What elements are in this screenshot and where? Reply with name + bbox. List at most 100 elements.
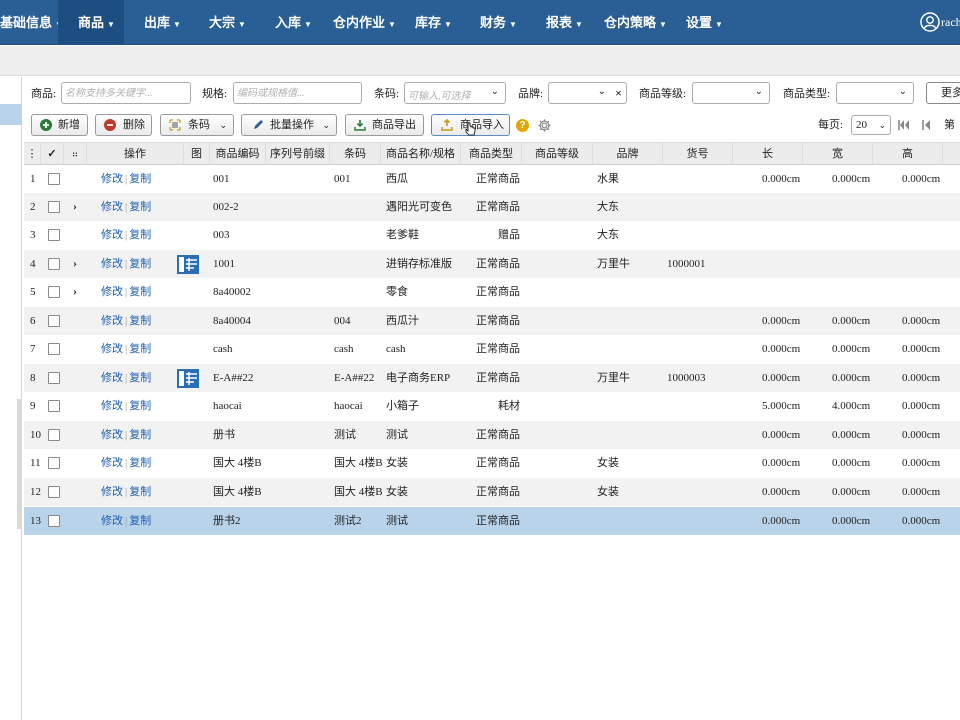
row-checkbox[interactable] bbox=[48, 201, 60, 213]
edit-link[interactable]: 修改 bbox=[101, 173, 123, 185]
row-checkbox[interactable] bbox=[48, 457, 60, 469]
edit-link[interactable]: 修改 bbox=[101, 486, 123, 498]
gear-icon[interactable] bbox=[537, 118, 552, 133]
edit-link[interactable]: 修改 bbox=[101, 515, 123, 527]
edit-link[interactable]: 修改 bbox=[101, 201, 123, 213]
header-col-item-no[interactable]: 货号 bbox=[663, 143, 733, 165]
add-button[interactable]: 新增 bbox=[31, 114, 88, 136]
delete-button[interactable]: 删除 bbox=[95, 114, 152, 136]
chevron-right-icon[interactable]: › bbox=[73, 193, 77, 219]
copy-link[interactable]: 复制 bbox=[129, 258, 151, 270]
header-col-operation[interactable]: 操作 bbox=[87, 143, 184, 165]
table-row[interactable]: 9 修改 | 复制 haocai haocai 小箱子 耗材 5.000cm 4.000cm 0.0… bbox=[24, 392, 960, 420]
table-row[interactable]: 3 修改 | 复制 003 老爹鞋 赠品 大东 bbox=[24, 221, 960, 249]
chevron-right-icon[interactable]: › bbox=[73, 250, 77, 276]
header-col-code[interactable]: 商品编码 bbox=[210, 143, 266, 165]
row-checkbox[interactable] bbox=[48, 229, 60, 241]
nav-item-8[interactable]: 报表 ▼ bbox=[532, 0, 596, 45]
table-row[interactable]: 5 › 修改 | 复制 8a40002 零食 正常商品 bbox=[24, 278, 960, 306]
copy-link[interactable]: 复制 bbox=[129, 286, 151, 298]
row-checkbox[interactable] bbox=[48, 258, 60, 270]
copy-link[interactable]: 复制 bbox=[129, 173, 151, 185]
nav-item-1[interactable]: 商品 ▼ bbox=[58, 0, 124, 45]
header-col-height[interactable]: 高 bbox=[873, 143, 943, 165]
row-checkbox[interactable] bbox=[48, 343, 60, 355]
header-col-serial-prefix[interactable]: 序列号前缀 bbox=[266, 143, 330, 165]
clear-icon[interactable]: × bbox=[615, 86, 622, 101]
copy-link[interactable]: 复制 bbox=[129, 400, 151, 412]
barcode-dropdown-button[interactable]: 条码 ⌄ bbox=[160, 114, 234, 136]
row-checkbox[interactable] bbox=[48, 515, 60, 527]
chevron-right-icon[interactable]: › bbox=[73, 278, 77, 304]
nav-item-10[interactable]: 设置 ▼ bbox=[676, 0, 742, 45]
grade-select[interactable]: ⌄ bbox=[692, 82, 770, 104]
table-row[interactable]: 6 修改 | 复制 8a40004 004 西瓜汁 正常商品 0.000cm 0.000cm 0.0… bbox=[24, 307, 960, 335]
copy-link[interactable]: 复制 bbox=[129, 201, 151, 213]
header-col-name-spec[interactable]: 商品名称/规格 bbox=[381, 143, 461, 165]
row-checkbox[interactable] bbox=[48, 315, 60, 327]
header-col-type[interactable]: 商品类型 bbox=[461, 143, 522, 165]
product-thumbnail-icon[interactable] bbox=[177, 255, 199, 274]
row-checkbox[interactable] bbox=[48, 486, 60, 498]
row-checkbox[interactable] bbox=[48, 173, 60, 185]
copy-link[interactable]: 复制 bbox=[129, 343, 151, 355]
nav-item-7[interactable]: 财务 ▼ bbox=[466, 0, 532, 45]
previous-page-icon[interactable] bbox=[920, 118, 934, 132]
edit-link[interactable]: 修改 bbox=[101, 258, 123, 270]
product-thumbnail-icon[interactable] bbox=[177, 369, 199, 388]
table-row[interactable]: 7 修改 | 复制 cash cash cash 正常商品 0.000cm 0.000cm 0.00… bbox=[24, 335, 960, 363]
header-col-image[interactable]: 图 bbox=[184, 143, 210, 165]
edit-link[interactable]: 修改 bbox=[101, 343, 123, 355]
table-row[interactable]: 4 › 修改 | 复制 1001 进销存标准版 正常商品 万里牛 1000001 bbox=[24, 250, 960, 278]
batch-operation-button[interactable]: 批量操作 ⌄ bbox=[241, 114, 337, 136]
per-page-select[interactable]: 20 ⌄ bbox=[851, 115, 891, 135]
header-col-length[interactable]: 长 bbox=[733, 143, 803, 165]
barcode-combobox[interactable]: 可输入,可选择 ⌄ bbox=[404, 82, 506, 104]
edit-link[interactable]: 修改 bbox=[101, 372, 123, 384]
select-all-checkmark-icon[interactable]: ✓ bbox=[41, 143, 64, 165]
more-filters-button[interactable]: 更多 bbox=[926, 82, 960, 104]
export-products-button[interactable]: 商品导出 bbox=[345, 114, 424, 136]
row-checkbox[interactable] bbox=[48, 372, 60, 384]
nav-item-6[interactable]: 库存 ▼ bbox=[402, 0, 466, 45]
table-row[interactable]: 11 修改 | 复制 国大 4楼B 国大 4楼B 女装 正常商品 女装 0.000cm 0.000c… bbox=[24, 449, 960, 477]
type-select[interactable]: ⌄ bbox=[836, 82, 914, 104]
copy-link[interactable]: 复制 bbox=[129, 457, 151, 469]
table-row[interactable]: 12 修改 | 复制 国大 4楼B 国大 4楼B 女装 正常商品 女装 0.000cm 0.000c… bbox=[24, 478, 960, 506]
copy-link[interactable]: 复制 bbox=[129, 372, 151, 384]
tree-selected-node[interactable] bbox=[0, 104, 22, 125]
nav-item-2[interactable]: 出库 ▼ bbox=[124, 0, 190, 45]
nav-item-3[interactable]: 大宗 ▼ bbox=[190, 0, 256, 45]
row-checkbox[interactable] bbox=[48, 429, 60, 441]
edit-link[interactable]: 修改 bbox=[101, 286, 123, 298]
table-row[interactable]: 2 › 修改 | 复制 002-2 遇阳光可变色 正常商品 大东 bbox=[24, 193, 960, 221]
edit-link[interactable]: 修改 bbox=[101, 400, 123, 412]
row-checkbox[interactable] bbox=[48, 286, 60, 298]
edit-link[interactable]: 修改 bbox=[101, 315, 123, 327]
edit-link[interactable]: 修改 bbox=[101, 457, 123, 469]
column-settings-icon[interactable]: ⠶ bbox=[64, 143, 87, 165]
edit-link[interactable]: 修改 bbox=[101, 229, 123, 241]
nav-item-4[interactable]: 入库 ▼ bbox=[256, 0, 322, 45]
copy-link[interactable]: 复制 bbox=[129, 515, 151, 527]
product-search-input[interactable] bbox=[61, 82, 191, 104]
first-page-icon[interactable] bbox=[897, 118, 911, 132]
user-menu[interactable]: rach bbox=[920, 0, 960, 45]
table-row[interactable]: 13 修改 | 复制 册书2 测试2 测试 正常商品 0.000cm 0.000cm 0.000cm bbox=[24, 507, 960, 535]
table-row[interactable]: 10 修改 | 复制 册书 测试 测试 正常商品 0.000cm 0.000cm 0.000cm bbox=[24, 421, 960, 449]
nav-item-0[interactable]: 基础信息▼ bbox=[0, 0, 63, 45]
import-products-button[interactable]: 商品导入 bbox=[431, 114, 510, 136]
copy-link[interactable]: 复制 bbox=[129, 229, 151, 241]
help-icon[interactable]: ? bbox=[516, 119, 529, 132]
header-col-grade[interactable]: 商品等级 bbox=[522, 143, 593, 165]
column-menu-icon[interactable]: ⋮ bbox=[24, 143, 41, 165]
header-col-width[interactable]: 宽 bbox=[803, 143, 873, 165]
header-col-brand[interactable]: 品牌 bbox=[593, 143, 663, 165]
copy-link[interactable]: 复制 bbox=[129, 486, 151, 498]
copy-link[interactable]: 复制 bbox=[129, 429, 151, 441]
table-row[interactable]: 1 修改 | 复制 001 001 西瓜 正常商品 水果 0.000cm 0.000cm 0.000c… bbox=[24, 165, 960, 193]
nav-item-5[interactable]: 仓内作业 ▼ bbox=[322, 0, 402, 45]
edit-link[interactable]: 修改 bbox=[101, 429, 123, 441]
panel-scrollbar[interactable] bbox=[17, 399, 22, 529]
row-checkbox[interactable] bbox=[48, 400, 60, 412]
